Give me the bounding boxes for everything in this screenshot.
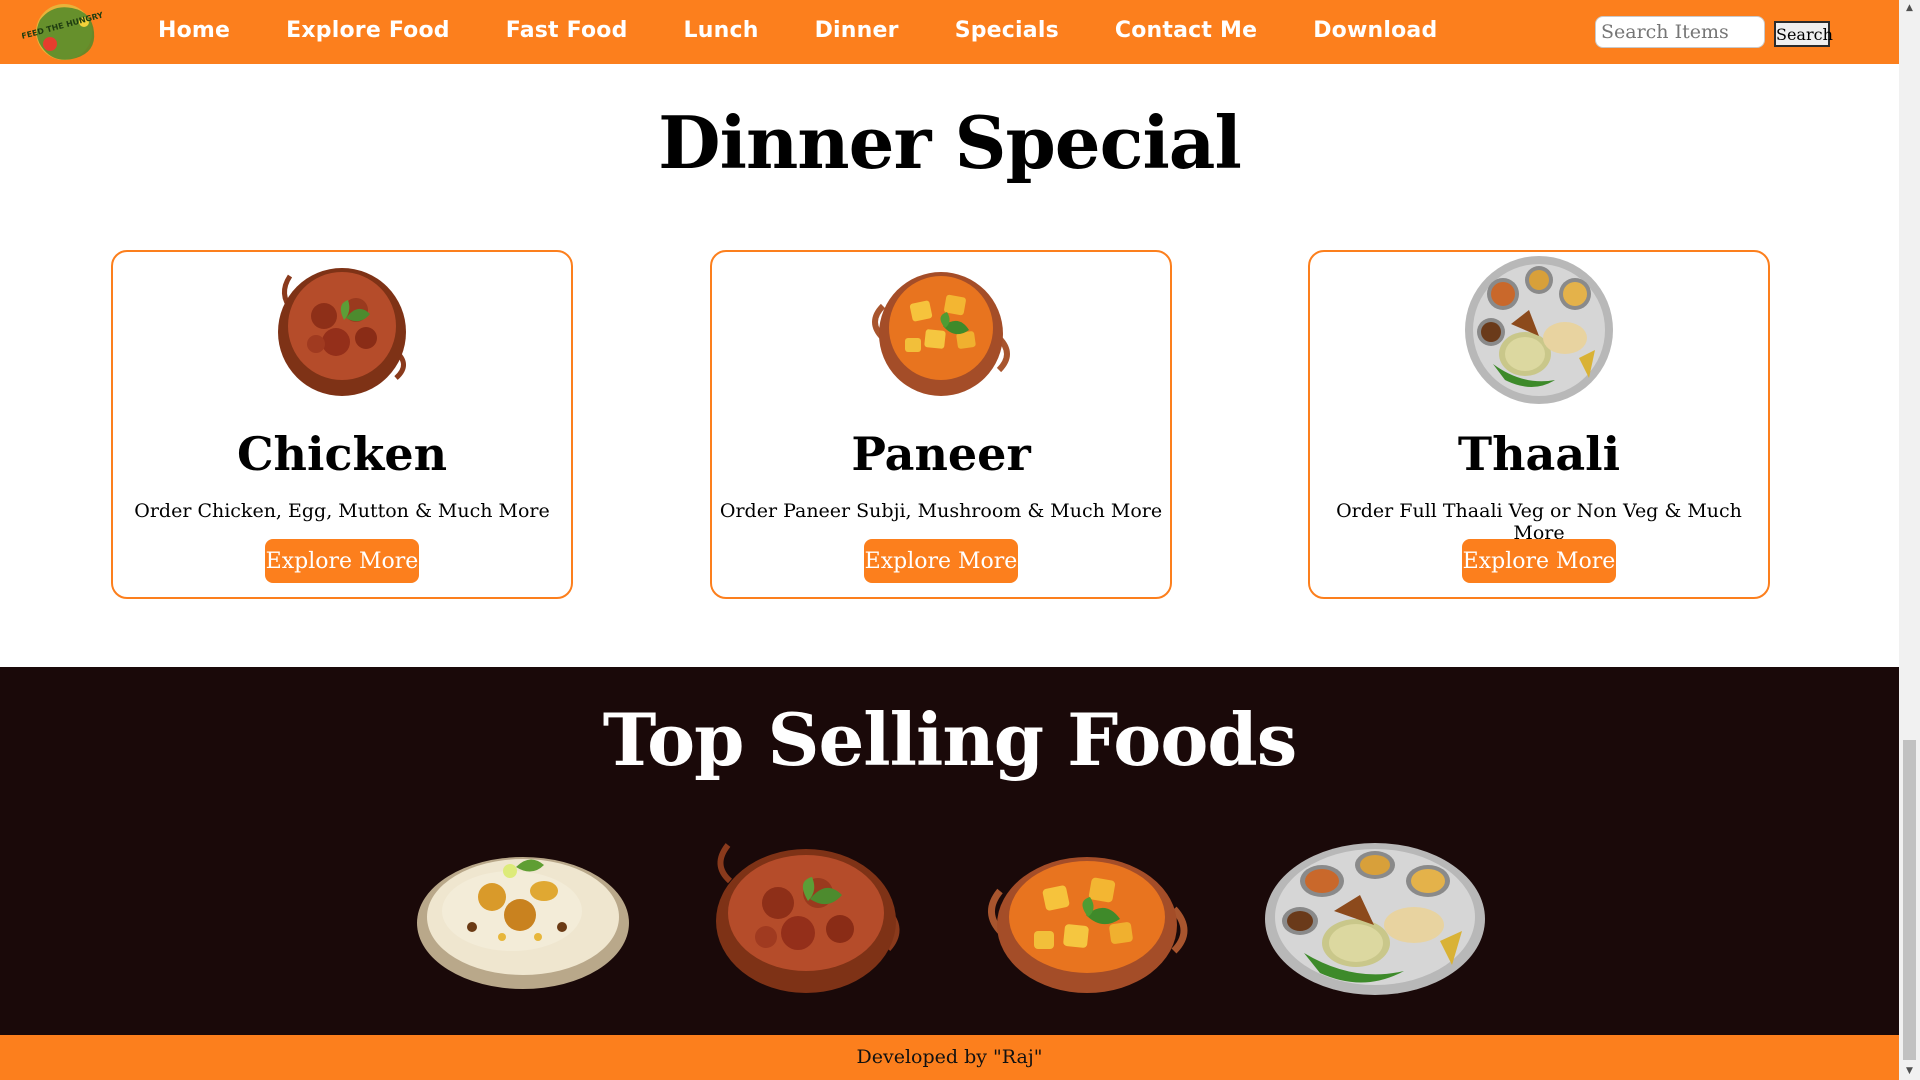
nav-explore-food[interactable]: Explore Food <box>286 18 450 43</box>
thaali-plate-icon <box>1265 843 1485 995</box>
top-selling-section: Top Selling Foods <box>0 667 1899 1035</box>
card-title: Paneer <box>851 427 1031 481</box>
nav-lunch[interactable]: Lunch <box>684 18 759 43</box>
card-description: Order Chicken, Egg, Mutton & Much More <box>134 500 550 522</box>
chicken-curry-icon <box>278 268 406 396</box>
navbar: FEED THE HUNGRY Home Explore Food Fast F… <box>0 0 1899 64</box>
paneer-curry-icon <box>872 272 1010 396</box>
top-selling-title: Top Selling Foods <box>602 697 1297 782</box>
dinner-special-title: Dinner Special <box>658 100 1242 185</box>
nav-contact-me[interactable]: Contact Me <box>1115 18 1257 43</box>
logo-icon[interactable]: FEED THE HUNGRY <box>22 0 106 64</box>
nav-fast-food[interactable]: Fast Food <box>506 18 628 43</box>
card-description: Order Paneer Subji, Mushroom & Much More <box>719 500 1163 522</box>
scrollbar[interactable]: ▲ ▼ <box>1899 0 1920 1080</box>
nav-home[interactable]: Home <box>158 18 230 43</box>
scroll-down-arrow-icon[interactable]: ▼ <box>1899 1063 1920 1080</box>
card-title: Chicken <box>236 427 448 481</box>
scroll-up-arrow-icon[interactable]: ▲ <box>1899 0 1920 17</box>
footer-credit: Developed by "Raj" <box>856 1046 1043 1068</box>
chicken-curry-icon <box>716 843 900 993</box>
footer: Developed by "Raj" <box>0 1035 1899 1080</box>
nav-dinner[interactable]: Dinner <box>815 18 899 43</box>
explore-more-button[interactable]: Explore More <box>864 539 1018 583</box>
nav-download[interactable]: Download <box>1313 18 1437 43</box>
card-description: Order Full Thaali Veg or Non Veg & Much … <box>1336 500 1742 544</box>
card-thaali: Thaali Order Full Thaali Veg or Non Veg … <box>1308 250 1770 599</box>
thaali-plate-icon <box>1465 256 1613 404</box>
biryani-icon <box>417 857 629 989</box>
nav-links: Home Explore Food Fast Food Lunch Dinner… <box>130 0 1465 60</box>
card-title: Thaali <box>1457 427 1621 481</box>
nav-specials[interactable]: Specials <box>955 18 1059 43</box>
explore-more-button[interactable]: Explore More <box>1462 539 1616 583</box>
page: FEED THE HUNGRY Home Explore Food Fast F… <box>0 0 1899 1080</box>
paneer-curry-icon <box>988 857 1188 993</box>
search-input[interactable] <box>1595 16 1765 48</box>
scrollbar-thumb[interactable] <box>1903 740 1916 1060</box>
explore-more-button[interactable]: Explore More <box>265 539 419 583</box>
card-paneer: Paneer Order Paneer Subji, Mushroom & Mu… <box>710 250 1172 599</box>
search-button[interactable]: Search <box>1774 21 1833 47</box>
card-chicken: Chicken Order Chicken, Egg, Mutton & Muc… <box>111 250 573 599</box>
